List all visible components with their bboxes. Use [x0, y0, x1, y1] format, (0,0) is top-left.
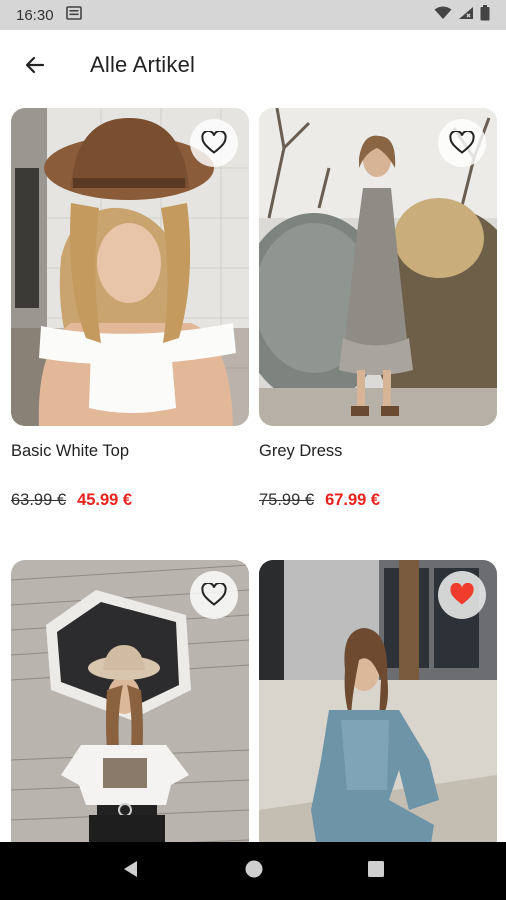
- wifi-icon: [434, 6, 452, 25]
- circle-home-icon: [245, 860, 263, 877]
- status-right: [434, 4, 490, 26]
- heart-outline-icon: [449, 131, 475, 154]
- heart-outline-icon: [201, 131, 227, 154]
- sale-price: 67.99 €: [325, 491, 381, 509]
- favorite-button[interactable]: [190, 119, 238, 167]
- status-bar: 16:30: [0, 0, 506, 30]
- old-price: 63.99 €: [11, 491, 67, 509]
- sale-price: 45.99 €: [77, 491, 133, 509]
- app-bar: Alle Artikel: [0, 30, 506, 100]
- arrow-left-icon: [25, 56, 45, 74]
- page-title: Alle Artikel: [90, 52, 196, 77]
- product-card[interactable]: Basic White Top 63.99 € 45.99 €: [11, 108, 249, 510]
- product-name: Basic White Top: [11, 442, 129, 460]
- nav-recents-button[interactable]: [367, 860, 385, 883]
- nav-back-button[interactable]: [121, 859, 141, 884]
- product-card[interactable]: Grey Dress 75.99 € 67.99 €: [259, 108, 497, 510]
- product-photo[interactable]: [259, 108, 497, 426]
- price-row: 63.99 € 45.99 €: [11, 491, 249, 510]
- product-name: Grey Dress: [259, 442, 343, 460]
- heart-filled-icon: [450, 583, 474, 605]
- cell-signal-icon: [458, 6, 474, 25]
- heart-outline-icon: [201, 583, 227, 606]
- product-photo[interactable]: [11, 560, 249, 878]
- back-button[interactable]: [0, 30, 70, 100]
- notification-icon: [65, 6, 82, 24]
- status-left: 16:30: [16, 6, 82, 24]
- product-card[interactable]: [259, 560, 497, 878]
- product-photo[interactable]: [259, 560, 497, 878]
- status-time: 16:30: [16, 6, 54, 24]
- triangle-back-icon: [124, 860, 138, 877]
- old-price: 75.99 €: [259, 491, 315, 509]
- favorite-button[interactable]: [438, 571, 486, 619]
- product-photo[interactable]: [11, 108, 249, 426]
- battery-icon: [480, 4, 490, 26]
- favorite-button[interactable]: [438, 119, 486, 167]
- product-card[interactable]: [11, 560, 249, 878]
- square-recents-icon: [367, 860, 384, 877]
- price-row: 75.99 € 67.99 €: [259, 491, 497, 510]
- favorite-button[interactable]: [190, 571, 238, 619]
- system-nav-bar: [0, 842, 506, 900]
- nav-home-button[interactable]: [244, 859, 264, 884]
